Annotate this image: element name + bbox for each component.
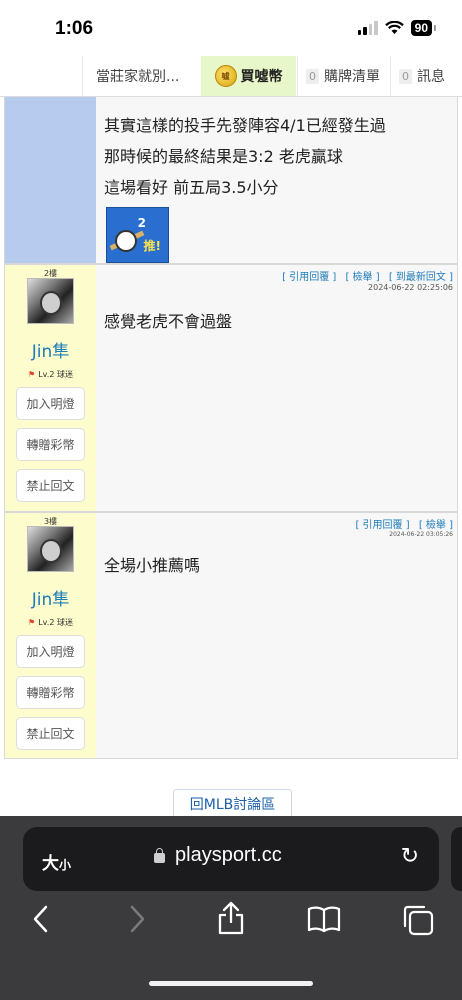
latest-reply-link[interactable]: [ 到最新回文 ] bbox=[389, 272, 453, 283]
post-original: 其實這樣的投手先發陣容4/1已經發生過 那時候的最終結果是3:2 老虎贏球 這場… bbox=[4, 97, 458, 264]
tab-home[interactable]: 當莊家就別... bbox=[82, 56, 200, 96]
push-sticker-image: 2 推! bbox=[106, 207, 169, 263]
report-link[interactable]: [ 檢舉 ] bbox=[345, 272, 379, 283]
tab-purchase-list-label: 購牌清單 bbox=[324, 69, 380, 85]
bookmarks-icon[interactable] bbox=[306, 904, 342, 934]
block-reply-button[interactable]: 禁止回文 bbox=[16, 469, 85, 502]
coin-icon: 噓 bbox=[214, 65, 237, 87]
tab-buy-coin[interactable]: 噓 買噓幣 bbox=[201, 56, 296, 96]
signal-icon bbox=[357, 21, 378, 35]
text-size-button[interactable]: 大小 bbox=[42, 849, 71, 874]
post-text-line: 這場看好 前五局3.5小分 bbox=[104, 178, 279, 197]
reply-post: 3樓 Jin隼 ⚑ Lv.2 球迷 加入明燈 轉贈彩幣 禁止回文 [ 引用回覆 ]… bbox=[4, 512, 458, 759]
player-head-shape bbox=[115, 230, 137, 252]
sticker-number: 2 bbox=[137, 216, 146, 230]
browser-toolbar: 大小 playsport.cc ↻ bbox=[0, 816, 462, 1000]
post-timestamp: 2024-06-22 02:25:06 bbox=[368, 283, 453, 292]
tabs-icon[interactable] bbox=[401, 904, 435, 936]
flag-icon: ⚑ bbox=[28, 618, 36, 627]
status-time: 1:06 bbox=[55, 18, 94, 39]
back-icon[interactable] bbox=[30, 904, 52, 934]
post-text-line: 那時候的最終結果是3:2 老虎贏球 bbox=[104, 147, 343, 166]
report-link[interactable]: [ 檢舉 ] bbox=[419, 520, 453, 531]
battery-icon: 90 bbox=[410, 20, 437, 36]
next-tab-peek[interactable] bbox=[451, 827, 462, 891]
tab-messages-label: 訊息 bbox=[417, 69, 445, 85]
top-nav: 當莊家就別... 噓 買噓幣 0 購牌清單 0 訊息 bbox=[0, 56, 462, 97]
post-timestamp: 2024-06-22 03:05:26 bbox=[389, 531, 453, 538]
gift-coin-button[interactable]: 轉贈彩幣 bbox=[16, 676, 85, 709]
user-level: ⚑ Lv.2 球迷 bbox=[5, 369, 96, 380]
reply-text: 感覺老虎不會過盤 bbox=[104, 312, 233, 331]
user-level-label: Lv.2 球迷 bbox=[38, 370, 73, 379]
address-bar[interactable]: 大小 playsport.cc ↻ bbox=[23, 827, 439, 891]
message-count-badge: 0 bbox=[399, 68, 412, 84]
user-level-label: Lv.2 球迷 bbox=[38, 618, 73, 627]
sticker-text: 推! bbox=[143, 239, 161, 253]
text-size-small-label: 小 bbox=[59, 858, 72, 872]
username-link[interactable]: Jin隼 bbox=[5, 585, 96, 610]
reload-icon[interactable]: ↻ bbox=[401, 844, 419, 869]
post-text-line: 其實這樣的投手先發陣容4/1已經發生過 bbox=[104, 116, 386, 135]
username-link[interactable]: Jin隼 bbox=[5, 337, 96, 362]
reply-content: [ 引用回覆 ] [ 檢舉 ] [ 到最新回文 ] 2024-06-22 02:… bbox=[96, 265, 457, 511]
post-action-links: [ 引用回覆 ] [ 檢舉 ] [ 到最新回文 ] bbox=[276, 268, 453, 283]
flag-icon: ⚑ bbox=[28, 370, 36, 379]
url-text[interactable]: playsport.cc bbox=[175, 844, 282, 867]
quote-reply-link[interactable]: [ 引用回覆 ] bbox=[282, 272, 336, 283]
reply-post: 2樓 Jin隼 ⚑ Lv.2 球迷 加入明燈 轉贈彩幣 禁止回文 [ 引用回覆 ]… bbox=[4, 264, 458, 512]
user-level: ⚑ Lv.2 球迷 bbox=[5, 617, 96, 628]
tab-buy-coin-label: 買噓幣 bbox=[240, 69, 283, 85]
post-action-links: [ 引用回覆 ] [ 檢舉 ] bbox=[349, 516, 453, 531]
post-content: 其實這樣的投手先發陣容4/1已經發生過 那時候的最終結果是3:2 老虎贏球 這場… bbox=[96, 97, 457, 263]
tab-purchase-list[interactable]: 0 購牌清單 bbox=[297, 56, 389, 96]
quote-reply-link[interactable]: [ 引用回覆 ] bbox=[355, 520, 409, 531]
lock-icon bbox=[154, 848, 165, 863]
post-author-sidebar bbox=[5, 97, 96, 263]
share-icon[interactable] bbox=[216, 900, 246, 936]
reply-content: [ 引用回覆 ] [ 檢舉 ] 2024-06-22 03:05:26 全場小推… bbox=[96, 513, 457, 758]
add-follow-button[interactable]: 加入明燈 bbox=[16, 635, 85, 668]
reply-author-sidebar: 3樓 Jin隼 ⚑ Lv.2 球迷 加入明燈 轉贈彩幣 禁止回文 bbox=[5, 513, 96, 758]
avatar[interactable] bbox=[27, 526, 74, 572]
status-icons: 90 bbox=[357, 20, 437, 36]
gift-coin-button[interactable]: 轉贈彩幣 bbox=[16, 428, 85, 461]
add-follow-button[interactable]: 加入明燈 bbox=[16, 387, 85, 420]
wifi-icon bbox=[384, 21, 404, 34]
reply-text: 全場小推薦嗎 bbox=[104, 556, 201, 575]
reply-author-sidebar: 2樓 Jin隼 ⚑ Lv.2 球迷 加入明燈 轉贈彩幣 禁止回文 bbox=[5, 265, 96, 511]
block-reply-button[interactable]: 禁止回文 bbox=[16, 717, 85, 750]
cart-count-badge: 0 bbox=[306, 68, 319, 84]
forward-icon[interactable] bbox=[126, 904, 148, 934]
back-to-mlb-board-button[interactable]: 回MLB討論區 bbox=[173, 789, 292, 819]
tab-messages[interactable]: 0 訊息 bbox=[390, 56, 462, 96]
text-size-label: 大 bbox=[42, 854, 59, 874]
status-bar: 1:06 90 bbox=[0, 0, 462, 56]
home-indicator bbox=[149, 981, 313, 986]
avatar[interactable] bbox=[27, 278, 74, 324]
